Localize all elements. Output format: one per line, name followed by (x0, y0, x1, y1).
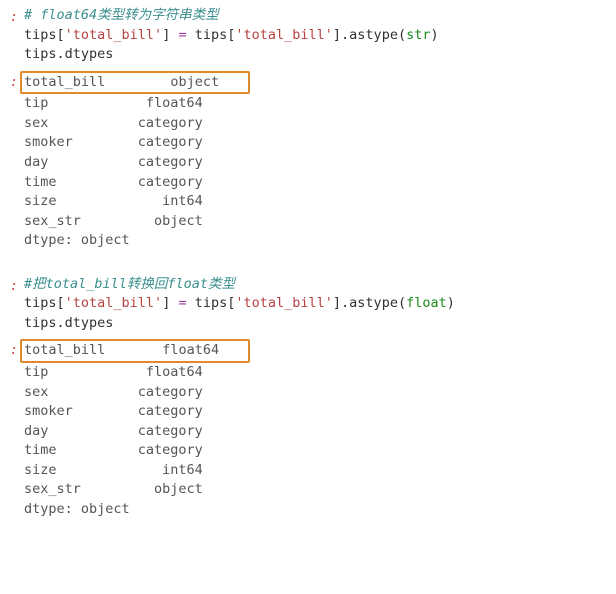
dtype-footer-0: dtype: object (24, 231, 606, 251)
notebook-page: : # float64类型转为字符串类型 tips['total_bill'] … (0, 0, 616, 536)
highlight-box-1: total_bill float64 (20, 339, 250, 363)
code-cell-1: : #把total_bill转换回float类型 tips['total_bil… (0, 275, 616, 334)
dtype-rows-0: tip float64 sex category smoker category… (24, 94, 606, 231)
highlight-col-type: object (170, 74, 219, 90)
code-comment: # float64类型转为字符串类型 (24, 7, 219, 23)
highlight-row: total_bill object (24, 74, 219, 90)
highlight-box-0: total_bill object (20, 71, 250, 95)
highlight-col-name: total_bill (24, 342, 105, 358)
code-content-1[interactable]: #把total_bill转换回float类型 tips['total_bill'… (24, 275, 616, 334)
output-content-1: total_bill float64 tip float64 sex categ… (24, 339, 616, 519)
prompt-marker: : (0, 6, 24, 28)
code-line-comment: # float64类型转为字符串类型 (24, 6, 606, 26)
dtype-footer-1: dtype: object (24, 500, 606, 520)
highlight-row: total_bill float64 (24, 342, 219, 358)
highlight-col-name: total_bill (24, 74, 105, 90)
code-line-2: tips.dtypes (24, 314, 606, 334)
code-comment: #把total_bill转换回float类型 (24, 276, 235, 292)
code-line-1: tips['total_bill'] = tips['total_bill'].… (24, 294, 606, 314)
code-line-2: tips.dtypes (24, 45, 606, 65)
output-cell-1: : total_bill float64 tip float64 sex cat… (0, 339, 616, 519)
output-content-0: total_bill object tip float64 sex catego… (24, 71, 616, 251)
code-cell-0: : # float64类型转为字符串类型 tips['total_bill'] … (0, 6, 616, 65)
output-cell-0: : total_bill object tip float64 sex cate… (0, 71, 616, 251)
cell-gap (0, 257, 616, 275)
code-line-1: tips['total_bill'] = tips['total_bill'].… (24, 26, 606, 46)
code-content-0[interactable]: # float64类型转为字符串类型 tips['total_bill'] = … (24, 6, 616, 65)
prompt-marker: : (0, 275, 24, 297)
dtype-rows-1: tip float64 sex category smoker category… (24, 363, 606, 500)
highlight-col-type: float64 (162, 342, 219, 358)
code-line-comment: #把total_bill转换回float类型 (24, 275, 606, 295)
